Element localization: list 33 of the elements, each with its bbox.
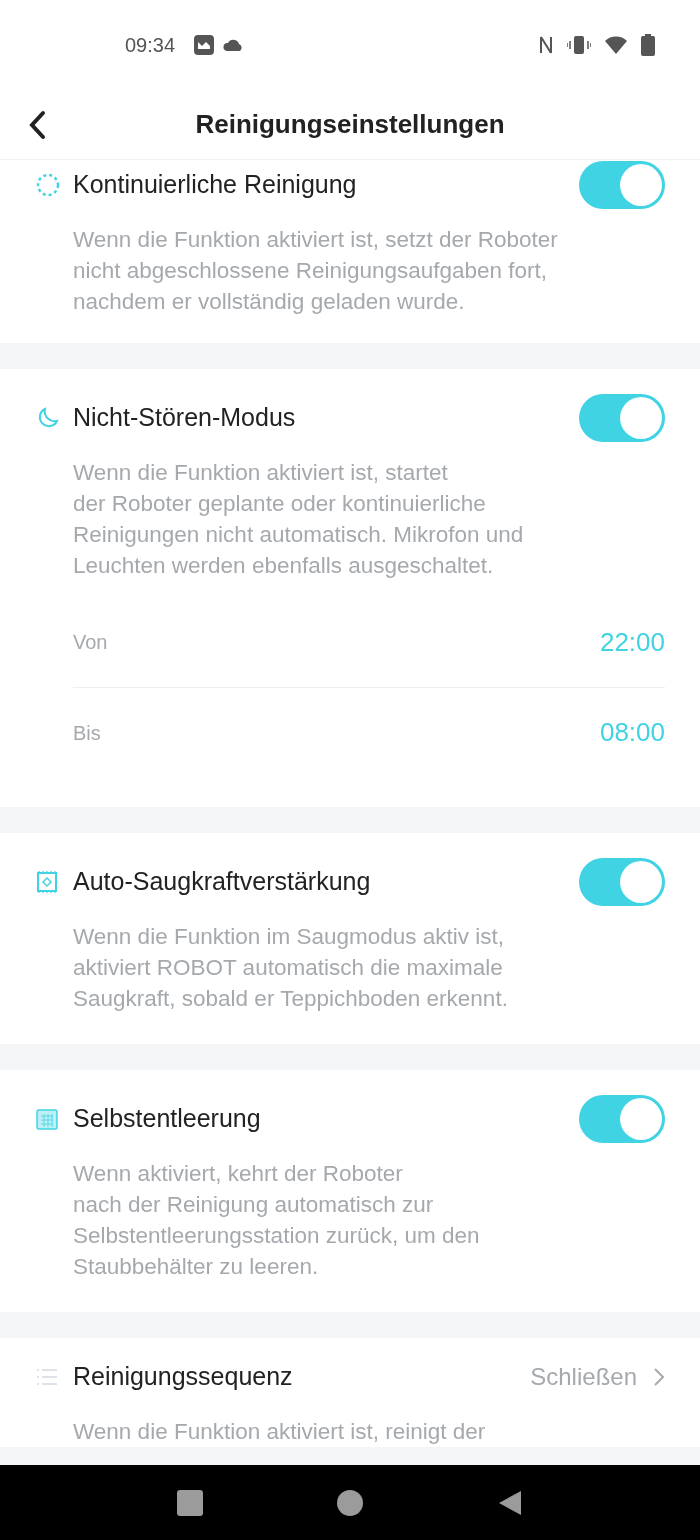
battery-icon [641, 34, 655, 56]
vibrate-icon [567, 35, 591, 55]
setting-title: Kontinuierliche Reinigung [73, 169, 358, 201]
recents-button[interactable] [177, 1489, 203, 1516]
loading-icon [35, 172, 61, 198]
toggle-switch[interactable] [579, 161, 665, 209]
time-label: Von [73, 630, 108, 655]
nfc-icon [539, 35, 553, 55]
toggle-switch[interactable] [579, 1095, 665, 1143]
toggle-switch[interactable] [579, 394, 665, 442]
setting-description: Wenn die Funktion aktiviert ist, setzt der Roboter nicht abgeschlossene Reinigungsaufgaben fort, nachdem er vollständig geladen wurde. [72, 226, 559, 316]
time-value[interactable]: 08:00 [599, 713, 665, 752]
setting-description: Wenn die Funktion im Saugmodus aktiv ist, aktiviert ROBOT automatisch die maximale Saugkraft, sobald er Teppichboden erkennt. [72, 923, 509, 1013]
wifi-icon [605, 36, 627, 54]
back-icon[interactable] [497, 1488, 523, 1517]
home-button[interactable] [337, 1489, 363, 1516]
time-label: Bis [73, 720, 101, 746]
setting-title: Auto-Saugkraftverstärkung [73, 866, 372, 898]
setting-title: Reinigungssequenz [73, 1361, 294, 1393]
calendar-icon [35, 1106, 59, 1132]
setting-description: Wenn die Funktion aktiviert ist, startet der Roboter geplante oder kontinuierliche Reinigungen nicht automatisch. Mikrofon und Leuchten werden ebenfalls ausgeschaltet. [72, 459, 525, 580]
chevron-right-icon [653, 1367, 665, 1387]
setting-title: Nicht-Stören-Modus [73, 402, 297, 434]
setting-title: Selbstentleerung [73, 1103, 262, 1135]
time-value[interactable]: 22:00 [599, 622, 665, 662]
status-time: 09:34 [125, 33, 176, 58]
gallery-icon [193, 34, 216, 56]
chevron-left-icon [28, 110, 46, 140]
setting-description: Wenn aktiviert, kehrt der Roboter nach der Reinigung automatisch zur Selbstentleerungsstation zurück, um den Staubbehälter zu leeren. [72, 1160, 481, 1281]
page-title: Reinigungseinstellungen [195, 108, 505, 141]
setting-description: Wenn die Funktion aktiviert ist, reinigt der [72, 1418, 487, 1446]
toggle-switch[interactable] [579, 858, 665, 906]
setting-value-link[interactable]: Schließen [530, 1359, 665, 1395]
